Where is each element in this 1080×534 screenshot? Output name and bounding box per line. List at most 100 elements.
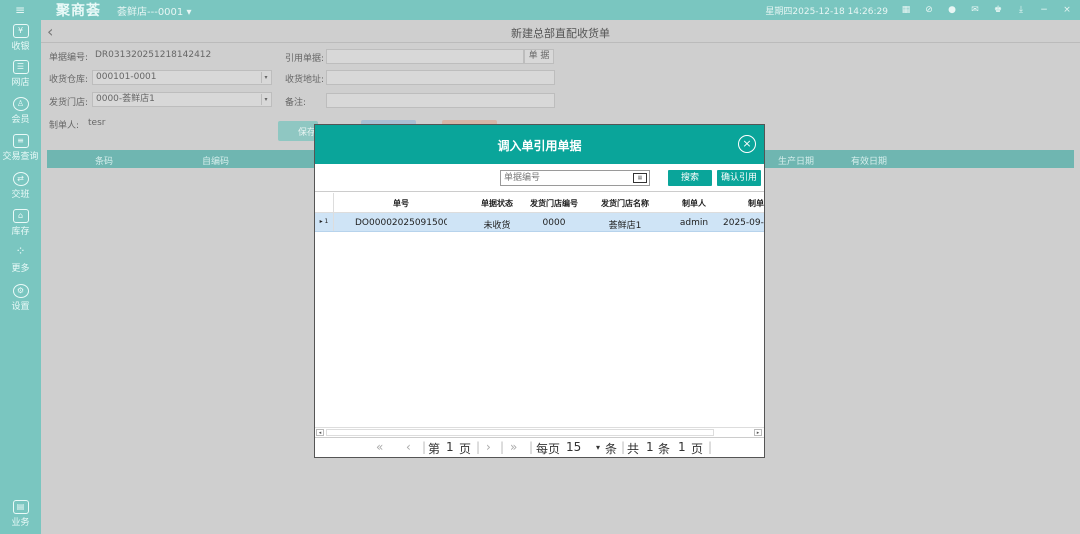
ship-store-value: 0000-荟鲜店1	[96, 94, 155, 104]
per-page-prefix: 每页	[536, 442, 561, 456]
total-mid: 条	[658, 442, 671, 456]
menu-icon[interactable]: ≡	[0, 3, 40, 17]
chevron-down-icon[interactable]: ▾	[596, 443, 600, 452]
chevron-down-icon: ▾	[261, 94, 270, 105]
reference-doc-dialog: 调入单引用单据 × 单据编号 ▦ 搜索 确认引用 单号 单据状态 发货门店编号 …	[314, 124, 765, 458]
doc-no-label: 单据编号:	[49, 53, 89, 63]
next-page-icon[interactable]: ›	[486, 440, 491, 454]
handover-icon: ⇄	[12, 172, 29, 186]
sidebar-item-online-store[interactable]: ☰ 网店	[0, 60, 41, 88]
col-status: 单据状态	[481, 199, 513, 208]
warehouse-label: 收货仓库:	[49, 75, 89, 85]
pagination: « ‹ | 第 1 页 | › | » | 每页 15 ▾ 条 | 共 1 条 …	[315, 437, 764, 457]
scroll-track[interactable]	[326, 429, 714, 436]
ref-doc-button[interactable]: 单 据	[524, 49, 554, 64]
remark-field[interactable]	[326, 93, 555, 108]
chat-icon[interactable]: ●	[947, 5, 957, 15]
total-pages: 1	[678, 440, 686, 454]
grid-icon[interactable]: ▦	[901, 5, 911, 15]
search-button[interactable]: 搜索	[668, 170, 712, 186]
cashier-icon: ¥	[12, 24, 29, 38]
doc-no-value: DR031320251218142412	[95, 50, 212, 60]
more-icon: ⁘	[15, 244, 26, 258]
horizontal-scrollbar[interactable]: ◂ ▸	[315, 427, 764, 436]
close-icon[interactable]: ×	[738, 135, 756, 153]
total-items: 1	[646, 440, 654, 454]
link-icon[interactable]: ⊘	[924, 5, 934, 15]
separator: |	[500, 440, 505, 454]
sidebar-item-transactions[interactable]: ≡ 交易查询	[0, 134, 41, 162]
shirt-icon[interactable]: ♚	[993, 5, 1003, 15]
cell-status: 未收货	[483, 221, 511, 231]
save-button[interactable]: 保存	[278, 121, 318, 141]
scroll-left-icon[interactable]: ◂	[316, 429, 324, 436]
separator: |	[708, 440, 713, 454]
sidebar-item-inventory[interactable]: ⌂ 库存	[0, 209, 41, 237]
first-page-icon[interactable]: «	[376, 440, 383, 454]
sidebar: ¥ 收银 ☰ 网店 ♙ 会员 ≡ 交易查询 ⇄ 交班 ⌂ 库存 ⁘ 更多 ⚙ 设置 ▤ 业务	[0, 20, 41, 534]
store-name: 荟鲜店---0001	[117, 6, 184, 18]
current-page[interactable]: 1	[446, 440, 454, 454]
sidebar-item-more[interactable]: ⁘ 更多	[0, 244, 41, 274]
cell-store-name: 荟鲜店1	[608, 221, 642, 231]
last-page-icon[interactable]: »	[510, 440, 517, 454]
sidebar-item-settings[interactable]: ⚙ 设置	[0, 284, 41, 312]
col-production-date: 生产日期	[778, 157, 815, 167]
sidebar-item-label: 更多	[11, 264, 30, 274]
col-store-name: 发货门店名称	[601, 199, 649, 208]
sidebar-item-label: 会员	[11, 115, 30, 125]
confirm-reference-button[interactable]: 确认引用	[717, 170, 761, 186]
per-page-suffix: 条	[605, 442, 618, 456]
gear-icon: ⚙	[12, 284, 29, 298]
separator: |	[422, 440, 427, 454]
total-suffix: 页	[691, 442, 704, 456]
col-doc-no: 单号	[393, 199, 409, 208]
sidebar-item-label: 收银	[11, 42, 30, 52]
per-page-select[interactable]: 15	[566, 440, 581, 454]
sidebar-item-label: 业务	[11, 518, 30, 528]
sidebar-item-label: 交易查询	[2, 152, 39, 162]
sidebar-item-business[interactable]: ▤ 业务	[0, 500, 41, 528]
download-icon[interactable]: ⤓	[1016, 5, 1026, 15]
message-icon[interactable]: ✉	[970, 5, 980, 15]
address-field[interactable]	[326, 70, 555, 85]
receipt-icon: ≡	[12, 134, 29, 148]
chevron-down-icon: ▾	[261, 72, 270, 83]
separator: |	[621, 440, 626, 454]
page-prefix: 第	[428, 442, 441, 456]
warehouse-select[interactable]: 000101-0001 ▾	[92, 70, 272, 85]
separator: |	[529, 440, 534, 454]
col-creator: 制单人	[682, 199, 706, 208]
doc-no-search-input[interactable]: 单据编号 ▦	[500, 170, 650, 186]
sidebar-item-cashier[interactable]: ¥ 收银	[0, 24, 41, 52]
cell-store-code: 0000	[542, 218, 566, 228]
ship-store-label: 发货门店:	[49, 98, 89, 108]
search-placeholder: 单据编号	[504, 173, 541, 183]
top-bar: ≡ 聚商荟 荟鲜店---0001 ▾ 星期四2025-12-18 14:26:2…	[0, 0, 1080, 20]
dialog-header: 调入单引用单据 ×	[315, 125, 764, 164]
ref-doc-field[interactable]	[326, 49, 524, 64]
creator-value: tesr	[88, 118, 106, 128]
minimize-icon[interactable]: −	[1039, 5, 1049, 15]
keyboard-icon[interactable]: ▦	[633, 173, 647, 183]
scroll-right-icon[interactable]: ▸	[754, 429, 762, 436]
sidebar-item-label: 设置	[11, 302, 30, 312]
sidebar-item-member[interactable]: ♙ 会员	[0, 97, 41, 125]
ship-store-select[interactable]: 0000-荟鲜店1 ▾	[92, 92, 272, 107]
prev-page-icon[interactable]: ‹	[406, 440, 411, 454]
close-icon[interactable]: ×	[1062, 5, 1072, 15]
store-selector[interactable]: 荟鲜店---0001 ▾	[117, 3, 191, 18]
col-created: 制单	[748, 199, 764, 208]
table-row[interactable]: ▸ 1 DO0000202509150001 未收货 0000 荟鲜店1 adm…	[315, 213, 764, 232]
warehouse-value: 000101-0001	[96, 72, 157, 82]
creator-label: 制单人:	[49, 121, 80, 131]
page-suffix: 页	[459, 442, 472, 456]
cell-created: 2025-09-1	[723, 218, 764, 228]
col-store-code: 发货门店编号	[530, 199, 578, 208]
row-index: 1	[324, 218, 329, 225]
cell-creator: admin	[679, 218, 709, 228]
table-header: 单号 单据状态 发货门店编号 发货门店名称 制单人 制单	[315, 193, 764, 213]
row-selector[interactable]: ▸ 1	[315, 213, 334, 231]
store-icon: ☰	[12, 60, 29, 74]
sidebar-item-handover[interactable]: ⇄ 交班	[0, 172, 41, 200]
